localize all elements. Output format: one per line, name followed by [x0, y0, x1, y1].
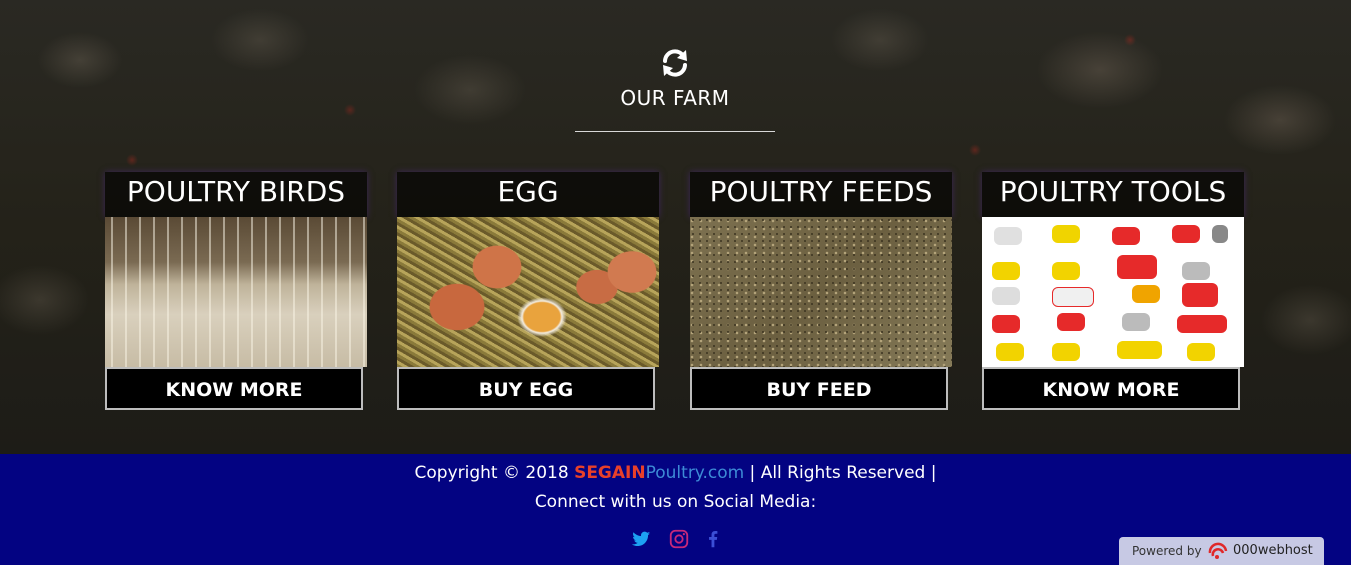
hosting-badge[interactable]: Powered by 000webhost	[1119, 537, 1324, 565]
instagram-icon[interactable]	[668, 528, 690, 550]
brand-name-red[interactable]: SEGAIN	[574, 463, 646, 483]
poultry-tools-photo	[982, 217, 1244, 367]
card-title: EGG	[397, 172, 659, 217]
brown-eggs-photo	[397, 217, 659, 367]
buy-egg-button[interactable]: BUY EGG	[397, 367, 655, 410]
section-title: OUR FARM	[620, 86, 730, 110]
host-name: 000webhost	[1233, 543, 1313, 558]
copyright-prefix: Copyright © 2018	[414, 463, 575, 483]
card-poultry-tools: POULTRY TOOLS KNOW MORE	[982, 172, 1244, 414]
card-poultry-feeds: POULTRY FEEDS BUY FEED	[690, 172, 952, 414]
feed-pellets-photo	[690, 217, 952, 367]
card-title: POULTRY FEEDS	[690, 172, 952, 217]
webhost-logo-icon	[1208, 542, 1228, 559]
brand-name-blue[interactable]: Poultry.com	[646, 463, 745, 483]
know-more-birds-button[interactable]: KNOW MORE	[105, 367, 363, 410]
card-egg: EGG BUY EGG	[397, 172, 659, 414]
refresh-icon	[663, 49, 687, 77]
card-title: POULTRY BIRDS	[105, 172, 367, 217]
card-title: POULTRY TOOLS	[982, 172, 1244, 217]
card-poultry-birds: POULTRY BIRDS KNOW MORE	[105, 172, 367, 414]
powered-by-label: Powered by	[1132, 544, 1202, 558]
buy-feed-button[interactable]: BUY FEED	[690, 367, 948, 410]
facebook-icon[interactable]	[702, 528, 724, 550]
social-text: Connect with us on Social Media:	[534, 492, 817, 512]
copyright-line: Copyright © 2018 SEGAINPoultry.com | All…	[0, 463, 1351, 483]
twitter-icon[interactable]	[630, 528, 652, 550]
poultry-house-photo	[105, 217, 367, 367]
section-divider	[575, 131, 775, 132]
copyright-suffix: | All Rights Reserved |	[744, 463, 937, 483]
know-more-tools-button[interactable]: KNOW MORE	[982, 367, 1240, 410]
